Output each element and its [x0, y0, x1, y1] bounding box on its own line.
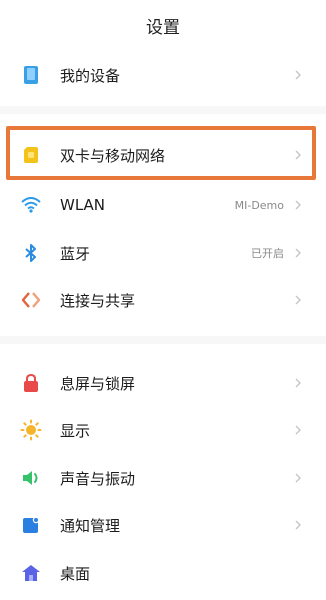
lock-icon — [20, 372, 42, 394]
settings-item-label: 声音与振动 — [60, 469, 136, 488]
brightness-icon — [20, 419, 42, 441]
chevron-right-icon — [295, 378, 301, 388]
bluetooth-icon — [20, 242, 42, 264]
chevron-right-icon — [295, 520, 301, 530]
settings-item-connection-sharing[interactable]: 连接与共享 — [0, 277, 326, 323]
settings-item-label: 我的设备 — [60, 66, 121, 85]
phone-icon — [20, 64, 42, 86]
speaker-icon — [20, 467, 42, 489]
settings-item-label: 连接与共享 — [60, 291, 136, 310]
settings-item-label: WLAN — [60, 196, 106, 214]
chevron-right-icon — [295, 473, 301, 483]
settings-item-label: 通知管理 — [60, 516, 121, 535]
settings-item-label: 显示 — [60, 421, 91, 440]
home-icon — [20, 562, 42, 584]
settings-item-display[interactable]: 显示 — [0, 407, 326, 453]
settings-item-label: 蓝牙 — [60, 244, 91, 263]
wifi-icon — [20, 194, 42, 216]
settings-item-my-device[interactable]: 我的设备 — [0, 52, 326, 98]
wlan-network-name: MI-Demo — [234, 198, 284, 212]
chevron-right-icon — [295, 200, 301, 210]
settings-item-bluetooth[interactable]: 蓝牙 已开启 — [0, 230, 326, 276]
chevron-right-icon — [295, 70, 301, 80]
settings-item-notifications[interactable]: 通知管理 — [0, 502, 326, 548]
settings-item-lock-screen[interactable]: 息屏与锁屏 — [0, 360, 326, 406]
settings-item-sound-vibration[interactable]: 声音与振动 — [0, 455, 326, 501]
section-divider — [0, 336, 326, 344]
connection-share-icon — [20, 289, 42, 311]
highlight-box — [6, 126, 316, 180]
section-divider — [0, 106, 326, 114]
settings-item-label: 息屏与锁屏 — [60, 374, 136, 393]
chevron-right-icon — [295, 295, 301, 305]
settings-item-label: 桌面 — [60, 564, 91, 583]
page-title: 设置 — [146, 18, 180, 38]
settings-item-wlan[interactable]: WLAN MI-Demo — [0, 182, 326, 228]
settings-item-home-screen[interactable]: 桌面 — [0, 550, 326, 596]
chevron-right-icon — [295, 425, 301, 435]
chevron-right-icon — [295, 248, 301, 258]
bluetooth-status: 已开启 — [251, 247, 284, 260]
notification-icon — [20, 514, 42, 536]
